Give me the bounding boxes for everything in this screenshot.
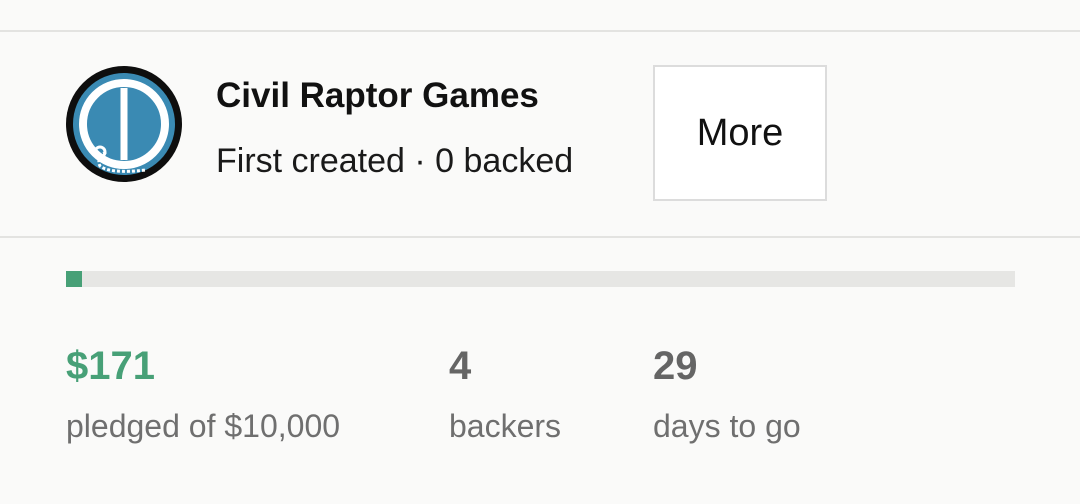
creator-name[interactable]: Civil Raptor Games [216, 76, 539, 116]
funding-progress-bar [66, 271, 1015, 287]
top-divider [0, 30, 1080, 32]
more-button[interactable]: More [653, 65, 827, 201]
creator-meta: First created · 0 backed [216, 142, 574, 180]
pledged-amount: $171 [66, 344, 155, 388]
creator-logo-icon [66, 66, 182, 182]
creator-avatar[interactable] [66, 66, 182, 182]
pledged-goal-label: pledged of $10,000 [66, 408, 341, 444]
funding-progress-fill [66, 271, 83, 287]
backers-count: 4 [449, 344, 472, 388]
days-remaining: 29 [653, 344, 698, 388]
section-divider [0, 236, 1080, 238]
days-remaining-label: days to go [653, 408, 801, 444]
project-stats-card: Civil Raptor Games First created · 0 bac… [0, 0, 1080, 504]
backers-label: backers [449, 408, 562, 444]
